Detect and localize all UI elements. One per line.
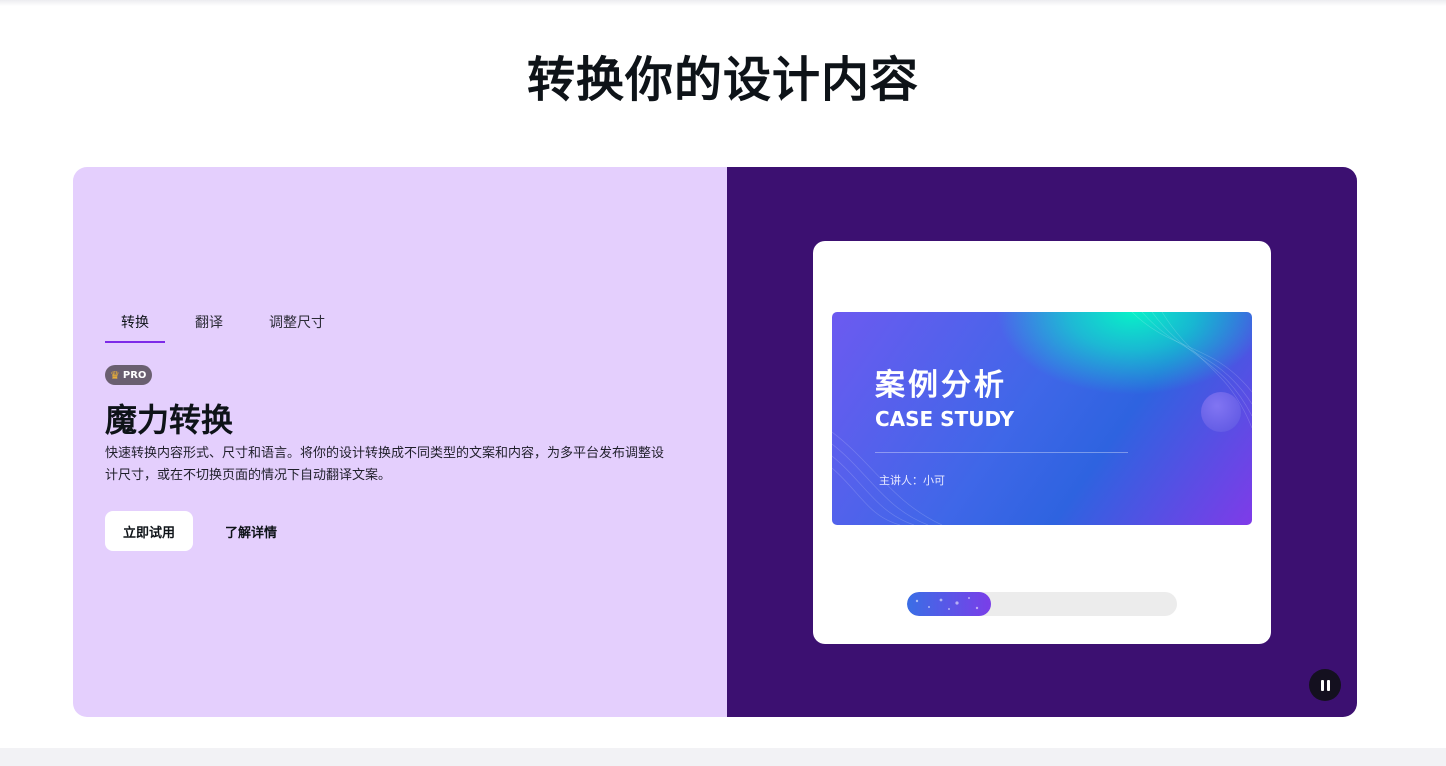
preview-card: 案例分析 CASE STUDY 主讲人：小可 bbox=[813, 241, 1271, 644]
slide-presenter: 主讲人：小可 bbox=[879, 474, 945, 487]
pro-badge-label: PRO bbox=[122, 369, 147, 381]
feature-info-panel: 转换 翻译 调整尺寸 ♛ PRO 魔力转换 快速转换内容形式、尺寸和语言。将你的… bbox=[73, 167, 727, 717]
next-section-band bbox=[0, 748, 1446, 766]
slide-title-en: CASE STUDY bbox=[875, 407, 1015, 431]
feature-description: 快速转换内容形式、尺寸和语言。将你的设计转换成不同类型的文案和内容，为多平台发布… bbox=[105, 446, 665, 483]
learn-more-button[interactable]: 了解详情 bbox=[209, 511, 293, 551]
preview-panel: 案例分析 CASE STUDY 主讲人：小可 bbox=[727, 167, 1357, 717]
circle-decoration bbox=[1201, 392, 1241, 432]
pause-button[interactable] bbox=[1309, 669, 1341, 701]
feature-tabs: 转换 翻译 调整尺寸 bbox=[105, 309, 355, 343]
page-title: 转换你的设计内容 bbox=[526, 52, 919, 108]
tab-convert[interactable]: 转换 bbox=[105, 309, 165, 343]
slide-divider bbox=[875, 452, 1128, 453]
feature-title: 魔力转换 bbox=[105, 401, 234, 439]
progress-fill bbox=[907, 592, 991, 616]
pro-badge: ♛ PRO bbox=[105, 365, 153, 385]
slide-preview: 案例分析 CASE STUDY 主讲人：小可 bbox=[832, 312, 1252, 525]
tab-translate[interactable]: 翻译 bbox=[179, 309, 239, 341]
crown-icon: ♛ bbox=[110, 368, 120, 382]
sparkle-decoration bbox=[915, 597, 979, 610]
pause-icon bbox=[1320, 679, 1330, 691]
try-now-button[interactable]: 立即试用 bbox=[105, 511, 193, 551]
feature-card: 转换 翻译 调整尺寸 ♛ PRO 魔力转换 快速转换内容形式、尺寸和语言。将你的… bbox=[73, 167, 1357, 717]
tab-resize[interactable]: 调整尺寸 bbox=[253, 309, 341, 341]
slide-title-cn: 案例分析 bbox=[875, 368, 1007, 403]
header-shadow bbox=[0, 0, 1446, 6]
conversion-progress-bar bbox=[907, 592, 1177, 616]
